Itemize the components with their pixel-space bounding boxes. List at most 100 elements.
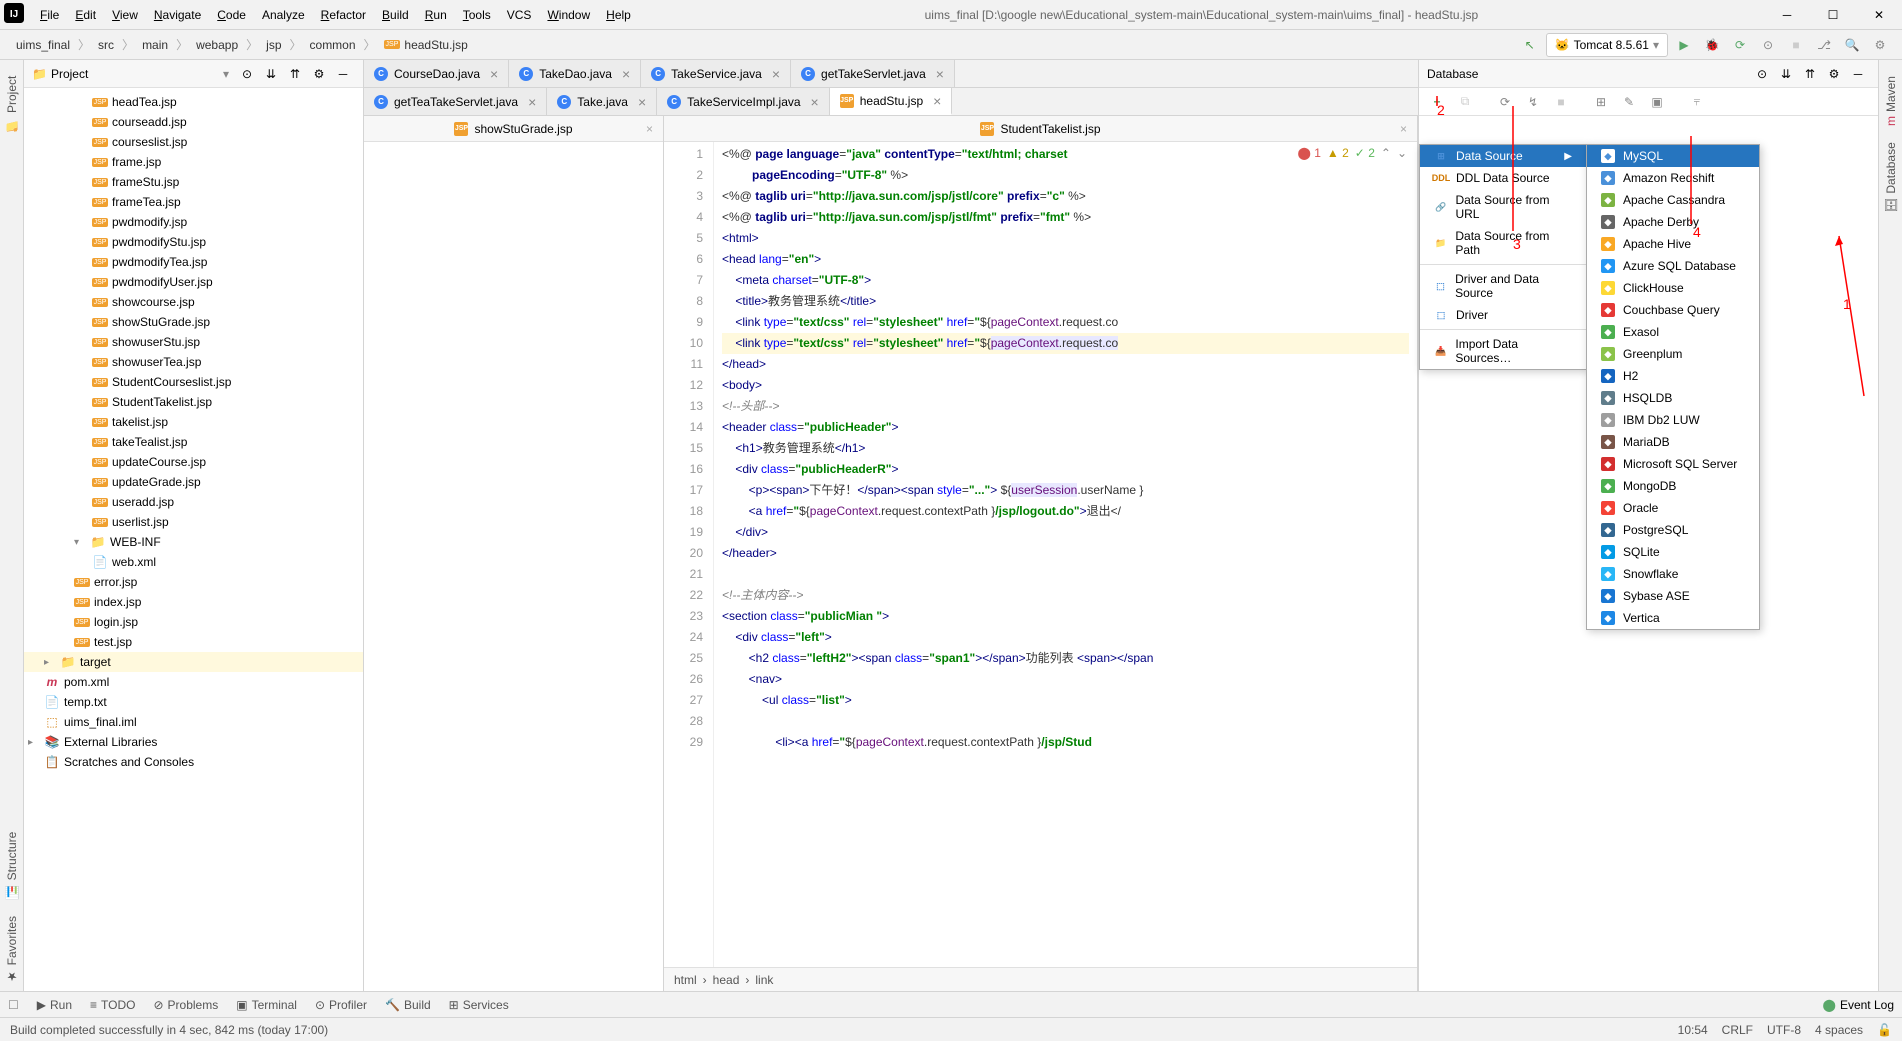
- sub-tab-studenttakelist[interactable]: JSP StudentTakelist.jsp ×: [664, 116, 1417, 142]
- sidebar-tab-favorites[interactable]: ★ Favorites: [3, 908, 21, 991]
- settings-icon[interactable]: ⚙: [307, 62, 331, 86]
- menu-run[interactable]: Run: [417, 0, 455, 30]
- tree-file[interactable]: JSPlogin.jsp: [24, 612, 363, 632]
- menu-window[interactable]: Window: [539, 0, 598, 30]
- editor-tab[interactable]: JSPheadStu.jsp×: [830, 88, 953, 115]
- tree-section[interactable]: 📋Scratches and Consoles: [24, 752, 363, 772]
- sidebar-tab-maven[interactable]: m Maven: [1882, 68, 1900, 134]
- code-editor[interactable]: 1234567891011121314151617181920212223242…: [664, 142, 1417, 967]
- menu-item[interactable]: 📁Data Source from Path: [1420, 225, 1586, 261]
- sidebar-tab-structure[interactable]: 📊 Structure: [3, 824, 21, 907]
- menu-vcs[interactable]: VCS: [499, 0, 540, 30]
- breadcrumb-item[interactable]: common: [304, 38, 362, 52]
- expand-all-icon[interactable]: ⇊: [259, 62, 283, 86]
- menu-item-apache-derby[interactable]: ◆Apache Derby: [1587, 211, 1759, 233]
- coverage-button[interactable]: ⟳: [1728, 33, 1752, 57]
- close-tab-icon[interactable]: ×: [933, 93, 941, 109]
- refresh-icon[interactable]: ⟳: [1493, 90, 1517, 114]
- tree-file[interactable]: 📄web.xml: [24, 552, 363, 572]
- menu-help[interactable]: Help: [598, 0, 639, 30]
- breadcrumb-item[interactable]: webapp: [190, 38, 244, 52]
- hide-icon[interactable]: ⇈: [1798, 62, 1822, 86]
- git-button[interactable]: ⎇: [1812, 33, 1836, 57]
- settings-button[interactable]: ⚙: [1868, 33, 1892, 57]
- collapse-icon[interactable]: ⇊: [1774, 62, 1798, 86]
- editor-tab[interactable]: CTakeServiceImpl.java×: [657, 88, 830, 115]
- indent[interactable]: 4 spaces: [1815, 1023, 1863, 1037]
- breadcrumb-item[interactable]: src: [92, 38, 120, 52]
- tree-file[interactable]: JSPframe.jsp: [24, 152, 363, 172]
- back-icon[interactable]: ↖: [1518, 33, 1542, 57]
- menu-item-h2[interactable]: ◆H2: [1587, 365, 1759, 387]
- editor-tab[interactable]: CCourseDao.java×: [364, 60, 509, 87]
- close-icon[interactable]: ×: [646, 122, 653, 136]
- tree-file[interactable]: JSPerror.jsp: [24, 572, 363, 592]
- collapse-all-icon[interactable]: ⇈: [283, 62, 307, 86]
- menu-item-hsqldb[interactable]: ◆HSQLDB: [1587, 387, 1759, 409]
- close-tab-icon[interactable]: ×: [622, 66, 630, 82]
- tree-file[interactable]: JSPtakelist.jsp: [24, 412, 363, 432]
- tool-problems[interactable]: ⊘ Problems: [153, 998, 218, 1012]
- menu-analyze[interactable]: Analyze: [254, 0, 313, 30]
- tree-file[interactable]: JSPtakeTealist.jsp: [24, 432, 363, 452]
- tree-file[interactable]: JSPpwdmodify.jsp: [24, 212, 363, 232]
- tree-file[interactable]: JSPshowuserTea.jsp: [24, 352, 363, 372]
- tree-file[interactable]: JSPupdateCourse.jsp: [24, 452, 363, 472]
- breadcrumb-item[interactable]: JSPheadStu.jsp: [378, 38, 474, 52]
- minimize-button[interactable]: ─: [1764, 0, 1810, 30]
- editor-tab[interactable]: CgetTakeServlet.java×: [791, 60, 955, 87]
- search-button[interactable]: 🔍: [1840, 33, 1864, 57]
- menu-item-greenplum[interactable]: ◆Greenplum: [1587, 343, 1759, 365]
- tree-item[interactable]: mpom.xml: [24, 672, 363, 692]
- profile-button[interactable]: ⊙: [1756, 33, 1780, 57]
- tree-file[interactable]: JSPupdateGrade.jsp: [24, 472, 363, 492]
- filter-icon[interactable]: ⫧: [1685, 90, 1709, 114]
- menu-navigate[interactable]: Navigate: [146, 0, 209, 30]
- minimize-icon[interactable]: ─: [1846, 62, 1870, 86]
- close-button[interactable]: ✕: [1856, 0, 1902, 30]
- menu-item[interactable]: ⬚Driver and Data Source: [1420, 268, 1586, 304]
- sub-tab-showstugrade[interactable]: JSP showStuGrade.jsp ×: [364, 116, 663, 142]
- breadcrumb-item[interactable]: jsp: [260, 38, 287, 52]
- breadcrumb-item[interactable]: uims_final: [10, 38, 76, 52]
- close-tab-icon[interactable]: ×: [638, 94, 646, 110]
- tree-item[interactable]: ▸📁target: [24, 652, 363, 672]
- menu-item-couchbase-query[interactable]: ◆Couchbase Query: [1587, 299, 1759, 321]
- close-tab-icon[interactable]: ×: [528, 94, 536, 110]
- editor-tab[interactable]: CgetTeaTakeServlet.java×: [364, 88, 547, 115]
- tree-file[interactable]: JSPframeStu.jsp: [24, 172, 363, 192]
- close-icon[interactable]: ×: [1400, 122, 1407, 136]
- menu-item[interactable]: ⬚Driver: [1420, 304, 1586, 326]
- menu-edit[interactable]: Edit: [67, 0, 104, 30]
- menu-item[interactable]: DDLDDL Data Source: [1420, 167, 1586, 189]
- tree-file[interactable]: JSPheadTea.jsp: [24, 92, 363, 112]
- menu-item-exasol[interactable]: ◆Exasol: [1587, 321, 1759, 343]
- event-log[interactable]: ⬤ Event Log: [1823, 998, 1894, 1012]
- sidebar-tab-project[interactable]: 📁 Project: [3, 68, 21, 140]
- inspection-indicators[interactable]: ⬤ 1 ▲ 2 ✓ 2 ⌃⌄: [1297, 146, 1407, 160]
- tree-file[interactable]: JSPpwdmodifyStu.jsp: [24, 232, 363, 252]
- tree-file[interactable]: JSPshowcourse.jsp: [24, 292, 363, 312]
- tree-section[interactable]: ▸📚External Libraries: [24, 732, 363, 752]
- close-tab-icon[interactable]: ×: [811, 94, 819, 110]
- close-tab-icon[interactable]: ×: [490, 66, 498, 82]
- editor-tab[interactable]: CTakeService.java×: [641, 60, 791, 87]
- tree-file[interactable]: JSPpwdmodifyTea.jsp: [24, 252, 363, 272]
- menu-item[interactable]: ⊞Data Source▶: [1420, 145, 1586, 167]
- menu-item-ibm-db2-luw[interactable]: ◆IBM Db2 LUW: [1587, 409, 1759, 431]
- select-opened-icon[interactable]: ⊙: [235, 62, 259, 86]
- breadcrumb[interactable]: uims_final〉src〉main〉webapp〉jsp〉common〉JS…: [10, 36, 1518, 53]
- menu-item-mysql[interactable]: ◆MySQL: [1587, 145, 1759, 167]
- expand-icon[interactable]: ⊙: [1750, 62, 1774, 86]
- sidebar-tab-database[interactable]: 🗄 Database: [1882, 134, 1900, 221]
- duplicate-icon[interactable]: ⧉: [1453, 90, 1477, 114]
- jump-icon[interactable]: ↯: [1521, 90, 1545, 114]
- tool-build[interactable]: 🔨 Build: [385, 998, 431, 1012]
- run-config-selector[interactable]: 🐱 Tomcat 8.5.61 ▾: [1546, 33, 1668, 57]
- menu-item-clickhouse[interactable]: ◆ClickHouse: [1587, 277, 1759, 299]
- close-tab-icon[interactable]: ×: [936, 66, 944, 82]
- menu-item-vertica[interactable]: ◆Vertica: [1587, 607, 1759, 629]
- lock-icon[interactable]: 🔓: [1877, 1023, 1892, 1037]
- menu-item-apache-hive[interactable]: ◆Apache Hive: [1587, 233, 1759, 255]
- menu-view[interactable]: View: [104, 0, 146, 30]
